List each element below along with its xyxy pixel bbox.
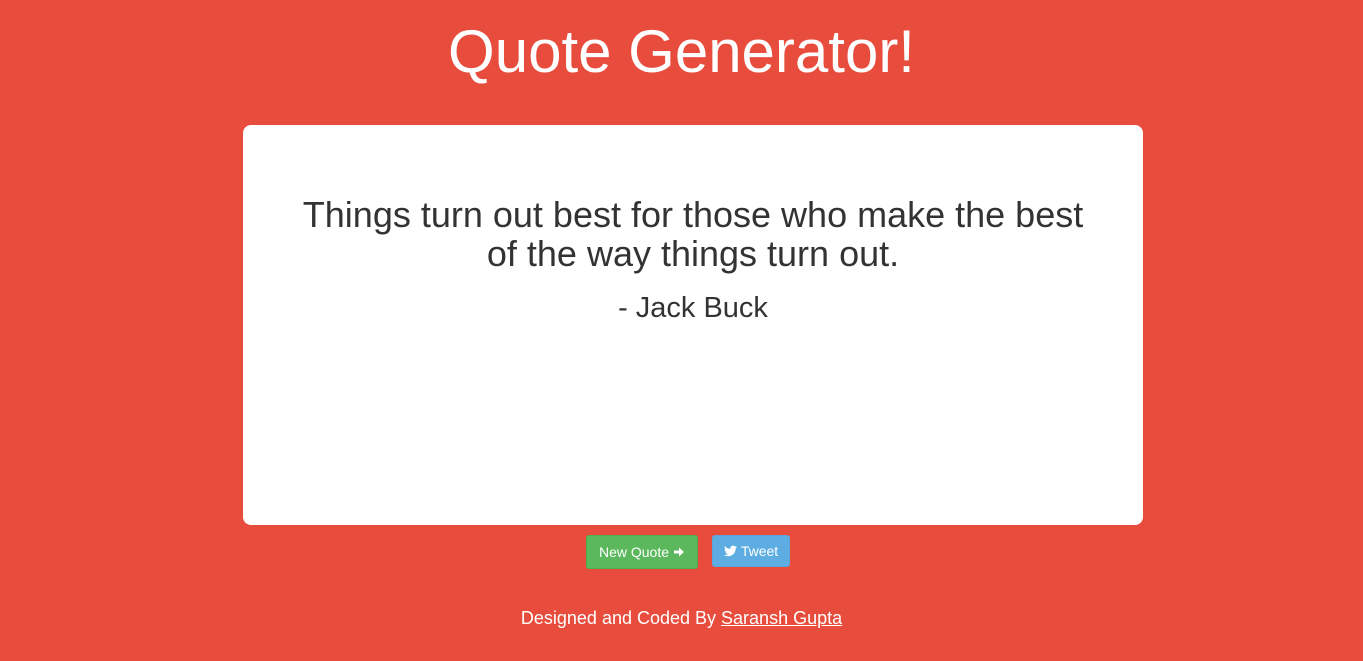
quote-author: - Jack Buck	[618, 292, 768, 324]
new-quote-button[interactable]: New Quote	[586, 535, 698, 569]
quote-text: Things turn out best for those who make …	[302, 194, 1084, 274]
quote-card: Things turn out best for those who make …	[243, 125, 1143, 525]
page-title: Quote Generator!	[448, 18, 915, 85]
arrow-right-icon	[673, 546, 685, 558]
new-quote-label: New Quote	[598, 544, 670, 560]
tweet-label: Tweet	[740, 543, 779, 559]
twitter-icon	[723, 545, 737, 557]
footer: Designed and Coded By Saransh Gupta	[0, 606, 1363, 630]
footer-credit-text: Designed and Coded By	[520, 608, 722, 628]
tweet-button[interactable]: Tweet	[712, 535, 790, 567]
author-link[interactable]: Saransh Gupta	[721, 608, 842, 628]
